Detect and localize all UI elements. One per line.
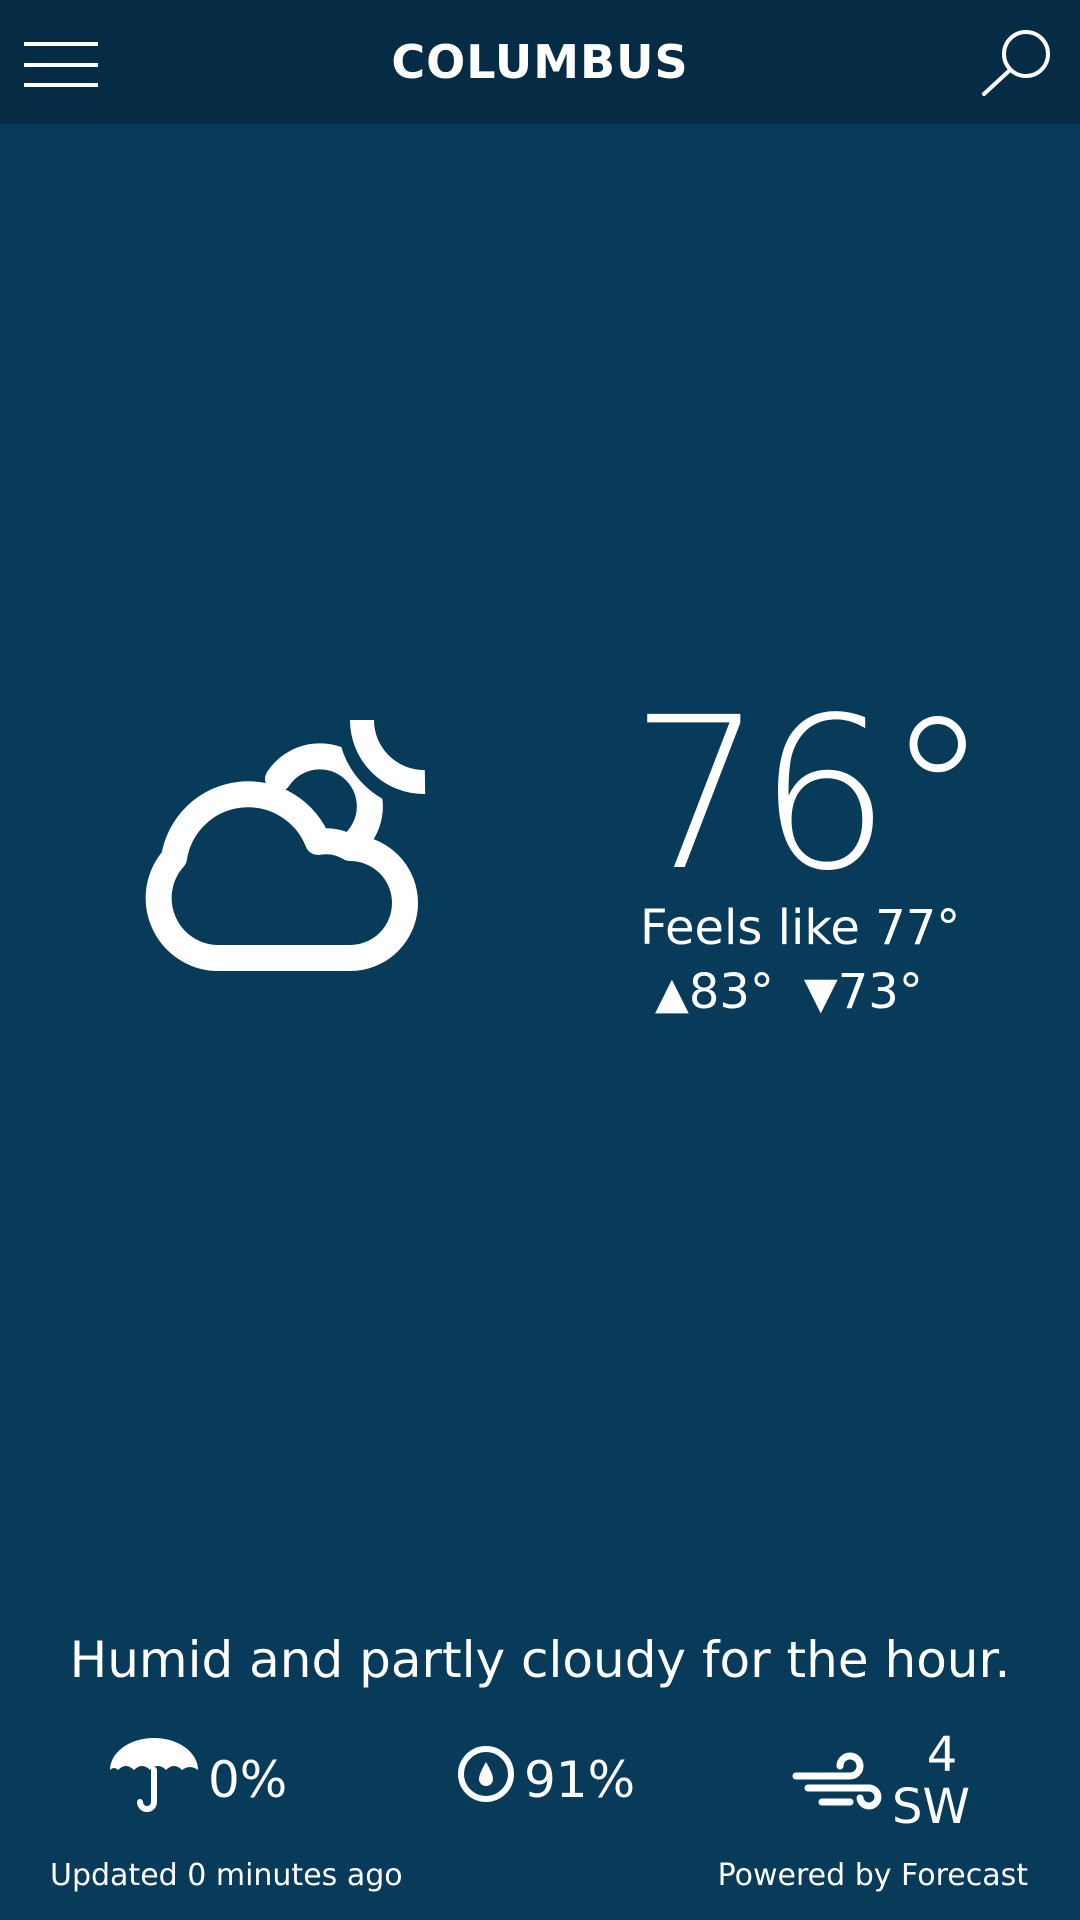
updated-timestamp: Updated 0 minutes ago: [50, 1858, 403, 1893]
low-temperature: 73°: [837, 964, 923, 1020]
feels-like-temperature: Feels like 77°: [640, 900, 961, 956]
powered-by-link[interactable]: Powered by Forecast: [718, 1856, 1028, 1896]
humidity-stat: 91%: [456, 1730, 656, 1840]
weather-app: COLUMBUS 76° Feels like 77° ▲83° ▼73° Hum…: [0, 0, 1080, 1920]
high-temperature: 83°: [688, 964, 774, 1020]
hourly-summary: Humid and partly cloudy for the hour.: [69, 1631, 1011, 1689]
humidity-value: 91%: [524, 1751, 636, 1809]
precipitation-value: 0%: [208, 1751, 288, 1809]
high-arrow-icon: ▲: [655, 968, 689, 1019]
high-low-temperatures: ▲83° ▼73°: [655, 962, 975, 1024]
wind-speed: 4: [926, 1727, 958, 1783]
search-button[interactable]: [980, 26, 1056, 98]
city-title: COLUMBUS: [391, 35, 689, 89]
header-bar: COLUMBUS: [0, 0, 1080, 124]
umbrella-icon: [110, 1738, 198, 1812]
humidity-drop-icon: [458, 1746, 514, 1802]
partly-cloudy-night-icon: [130, 708, 440, 978]
precipitation-stat: 0%: [108, 1730, 308, 1840]
low-arrow-icon: ▼: [803, 968, 838, 1019]
wind-icon: [792, 1752, 882, 1810]
search-icon: [982, 30, 1050, 96]
current-temperature: 76°: [630, 672, 990, 917]
wind-stat: 4 SW: [792, 1727, 992, 1840]
wind-direction: SW: [892, 1779, 970, 1835]
